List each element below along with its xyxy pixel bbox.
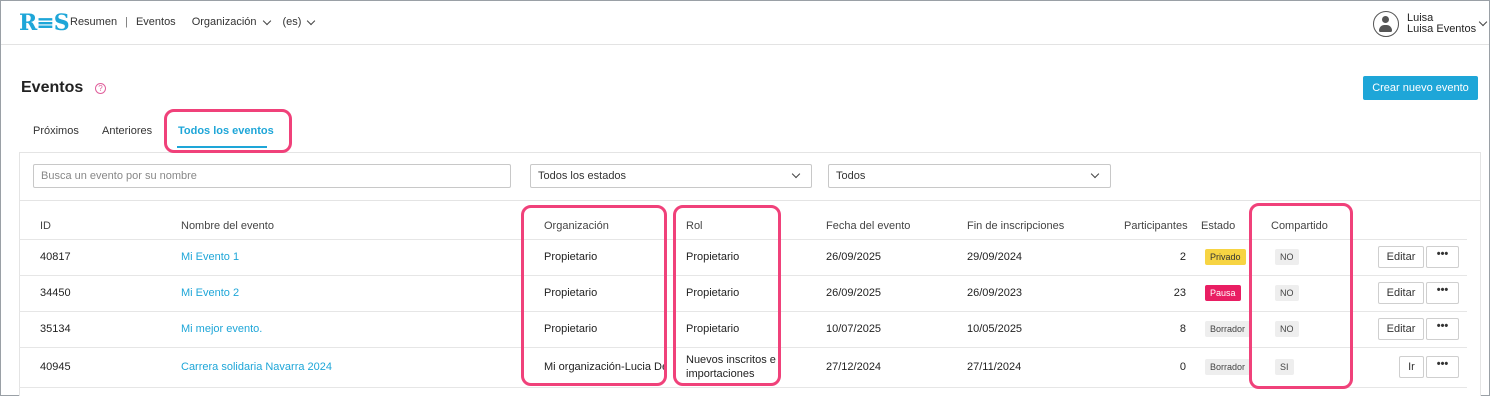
- tab-proximos[interactable]: Próximos: [33, 125, 79, 137]
- cell-id: 40817: [40, 251, 71, 263]
- edit-button[interactable]: Editar: [1378, 246, 1424, 268]
- search-input[interactable]: Busca un evento por su nombre: [33, 164, 511, 188]
- cell-organizacion: Propietario: [544, 251, 598, 263]
- row-divider: [19, 347, 1467, 348]
- cell-participantes: 2: [1179, 251, 1186, 263]
- edit-button[interactable]: Editar: [1378, 282, 1424, 304]
- go-button[interactable]: Ir: [1399, 356, 1424, 378]
- row-divider: [19, 311, 1467, 312]
- cell-fecha: 27/12/2024: [826, 361, 882, 373]
- cell-fecha: 26/09/2025: [826, 287, 882, 299]
- help-icon[interactable]: ?: [95, 83, 106, 94]
- chevron-down-icon[interactable]: [262, 16, 271, 25]
- edit-button[interactable]: Editar: [1378, 318, 1424, 340]
- shared-badge: SI: [1275, 359, 1294, 375]
- chevron-down-icon: [1090, 169, 1100, 179]
- col-organizacion: Organización: [544, 220, 609, 232]
- col-name: Nombre del evento: [181, 220, 274, 232]
- event-name-link[interactable]: Mi Evento 2: [181, 287, 239, 299]
- role-select[interactable]: Todos: [828, 164, 1111, 188]
- event-name-link[interactable]: Mi Evento 1: [181, 251, 239, 263]
- row-divider: [19, 387, 1467, 388]
- col-participantes: Participantes: [1124, 220, 1188, 232]
- col-rol: Rol: [686, 220, 703, 232]
- cell-id: 40945: [40, 361, 71, 373]
- status-badge: Borrador: [1205, 321, 1251, 337]
- more-options-icon[interactable]: •••: [1426, 246, 1459, 268]
- page-title: Eventos: [21, 79, 84, 96]
- user-chevron-down-icon[interactable]: [1478, 17, 1488, 27]
- filter-bar: Busca un evento por su nombre Todos los …: [20, 153, 1480, 201]
- cell-fin: 29/09/2024: [967, 251, 1023, 263]
- user-info: Luisa Luisa Eventos: [1407, 13, 1476, 35]
- cell-participantes: 23: [1173, 287, 1186, 299]
- cell-rol: Propietario: [686, 251, 740, 263]
- col-fin-inscripciones: Fin de inscripciones: [967, 220, 1065, 232]
- shared-badge: NO: [1275, 321, 1299, 337]
- user-menu[interactable]: Luisa Luisa Eventos: [1373, 11, 1476, 37]
- cell-rol: Nuevos inscritos e importaciones: [686, 353, 776, 381]
- col-id: ID: [40, 220, 51, 232]
- cell-rol: Propietario: [686, 287, 740, 299]
- cell-rol-line2: importaciones: [686, 368, 755, 380]
- cell-id: 34450: [40, 287, 71, 299]
- tab-anteriores[interactable]: Anteriores: [102, 125, 152, 137]
- tab-todos-los-eventos[interactable]: Todos los eventos: [178, 125, 274, 137]
- app-logo[interactable]: R≡S: [19, 10, 70, 36]
- state-select[interactable]: Todos los estados: [530, 164, 812, 188]
- shared-badge: NO: [1275, 249, 1299, 265]
- nav-organizacion[interactable]: Organización: [192, 16, 257, 28]
- row-divider: [19, 239, 1467, 240]
- cell-fecha: 10/07/2025: [826, 323, 882, 335]
- cell-id: 35134: [40, 323, 71, 335]
- shared-badge: NO: [1275, 285, 1299, 301]
- status-badge: Privado: [1205, 249, 1246, 265]
- event-name-link[interactable]: Mi mejor evento.: [181, 323, 262, 335]
- role-select-value: Todos: [836, 170, 866, 182]
- cell-fin: 26/09/2023: [967, 287, 1023, 299]
- status-badge: Pausa: [1205, 285, 1241, 301]
- col-fecha: Fecha del evento: [826, 220, 911, 232]
- row-divider: [19, 275, 1467, 276]
- chevron-down-icon: [791, 169, 801, 179]
- state-select-value: Todos los estados: [538, 170, 627, 182]
- cell-organizacion: Propietario: [544, 323, 598, 335]
- avatar-icon: [1373, 11, 1399, 37]
- cell-fin: 27/11/2024: [967, 361, 1022, 373]
- user-org: Luisa Eventos: [1407, 23, 1477, 35]
- more-options-icon[interactable]: •••: [1426, 318, 1459, 340]
- cell-rol-line1: Nuevos inscritos e: [686, 354, 776, 366]
- more-options-icon[interactable]: •••: [1426, 282, 1459, 304]
- more-options-icon[interactable]: •••: [1426, 356, 1459, 378]
- cell-participantes: 0: [1179, 361, 1186, 373]
- status-badge: Borrador: [1205, 359, 1251, 375]
- cell-organizacion: Propietario: [544, 287, 598, 299]
- main-nav: Resumen | Eventos Organización (es): [70, 16, 323, 28]
- cell-fin: 10/05/2025: [967, 323, 1023, 335]
- create-event-button[interactable]: Crear nuevo evento: [1363, 76, 1478, 100]
- cell-fecha: 26/09/2025: [826, 251, 882, 263]
- cell-participantes: 8: [1179, 323, 1186, 335]
- nav-separator: |: [125, 16, 128, 28]
- nav-language[interactable]: (es): [283, 16, 302, 28]
- cell-rol: Propietario: [686, 323, 740, 335]
- nav-eventos[interactable]: Eventos: [136, 16, 176, 28]
- col-estado: Estado: [1201, 220, 1236, 232]
- chevron-down-icon[interactable]: [307, 16, 316, 25]
- nav-resumen[interactable]: Resumen: [70, 16, 117, 28]
- cell-organizacion: Mi organización-Lucia Demo: [544, 361, 666, 373]
- top-bar: R≡S Resumen | Eventos Organización (es) …: [1, 1, 1489, 45]
- event-name-link[interactable]: Carrera solidaria Navarra 2024: [181, 361, 332, 373]
- active-tab-underline: [177, 146, 267, 148]
- col-compartido: Compartido: [1271, 220, 1328, 232]
